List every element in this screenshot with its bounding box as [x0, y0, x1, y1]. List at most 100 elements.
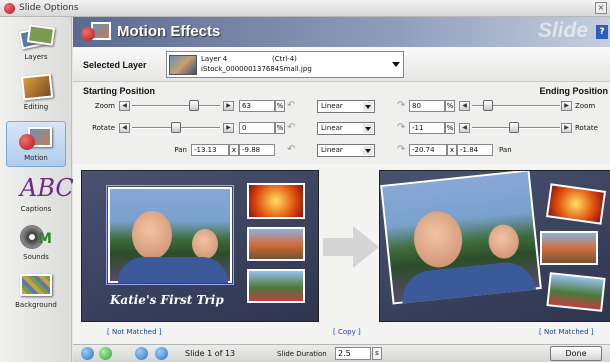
- end-rotate-input[interactable]: -11: [409, 122, 445, 134]
- layer-shortcut: (Ctrl-4): [272, 55, 297, 63]
- sidebar-label: Layers: [24, 53, 48, 61]
- slide-caption[interactable]: Katie's First Trip: [110, 293, 224, 307]
- panel-header: Motion Effects Slide ?: [73, 17, 610, 47]
- start-zoom-slider-track[interactable]: [132, 105, 220, 107]
- start-zoom-curve-dropdown[interactable]: Linear: [317, 100, 375, 113]
- start-rotate-label: Rotate: [92, 124, 115, 132]
- end-pan-y-input[interactable]: -1.84: [457, 144, 493, 156]
- field-photo[interactable]: [546, 272, 606, 312]
- start-pan-label: Pan: [174, 146, 187, 154]
- title-bar: Slide Options ×: [0, 0, 610, 17]
- arrow-right-icon: [323, 226, 379, 268]
- ending-position-title: Ending Position: [539, 86, 609, 96]
- end-zoom-input[interactable]: 80: [409, 100, 445, 112]
- end-zoom-slider-thumb[interactable]: [483, 100, 493, 111]
- sidebar-item-layers[interactable]: Layers: [6, 21, 66, 67]
- slide-counter: Slide 1 of 13: [185, 349, 236, 358]
- end-zoom-decrease-button[interactable]: ◀: [459, 101, 470, 111]
- preview-area: Katie's First Trip [ Not Matched ] [ Cop…: [73, 164, 610, 344]
- start-pan-x-input[interactable]: -13.13: [191, 144, 229, 156]
- start-not-matched-link[interactable]: [ Not Matched ]: [107, 328, 162, 336]
- undo-icon[interactable]: ↷: [397, 101, 405, 111]
- end-rotate-increase-button[interactable]: ▶: [561, 123, 572, 133]
- end-rotate-decrease-button[interactable]: ◀: [459, 123, 470, 133]
- chevron-down-icon: [363, 102, 373, 111]
- start-zoom-decrease-button[interactable]: ◀: [119, 101, 130, 111]
- help-button[interactable]: ?: [596, 25, 608, 39]
- child-image: [487, 223, 521, 261]
- start-zoom-label: Zoom: [94, 102, 115, 110]
- end-pan-x-input[interactable]: -20.74: [409, 144, 447, 156]
- building-photo[interactable]: [247, 227, 305, 261]
- end-not-matched-link[interactable]: [ Not Matched ]: [539, 328, 594, 336]
- selection-box[interactable]: [106, 185, 234, 285]
- building-photo[interactable]: [540, 231, 598, 265]
- end-zoom-increase-button[interactable]: ▶: [561, 101, 572, 111]
- field-photo[interactable]: [247, 269, 305, 303]
- start-zoom-increase-button[interactable]: ▶: [223, 101, 234, 111]
- sidebar: Layers Editing Motion ABC Captions M Sou…: [0, 17, 74, 362]
- undo-icon[interactable]: ↷: [397, 123, 405, 133]
- start-rotate-input[interactable]: 0: [239, 122, 275, 134]
- background-icon: [14, 271, 58, 299]
- start-rotate-unit: %: [275, 122, 285, 134]
- sidebar-item-captions[interactable]: ABC Captions: [6, 173, 74, 219]
- close-button[interactable]: ×: [595, 2, 607, 14]
- end-pan-label: Pan: [499, 146, 512, 154]
- start-zoom-slider-thumb[interactable]: [189, 100, 199, 111]
- undo-icon[interactable]: ↶: [287, 123, 295, 133]
- start-pan-y-input[interactable]: -9.88: [239, 144, 275, 156]
- start-rotate-decrease-button[interactable]: ◀: [119, 123, 130, 133]
- layer-bar: Selected Layer Layer 4 (Ctrl-4) iStock_0…: [73, 47, 610, 82]
- start-zoom-input[interactable]: 63: [239, 100, 275, 112]
- end-rotate-label: Rotate: [575, 124, 598, 132]
- start-zoom-unit: %: [275, 100, 285, 112]
- sidebar-label: Editing: [23, 103, 49, 111]
- sidebar-label: Background: [15, 301, 57, 309]
- sidebar-label: Captions: [20, 205, 52, 213]
- dropdown-value: Linear: [321, 124, 343, 132]
- starting-position-title: Starting Position: [83, 86, 155, 96]
- captions-icon: ABC: [20, 174, 74, 202]
- next-slide-icon[interactable]: [155, 347, 168, 360]
- end-rotate-slider-thumb[interactable]: [509, 122, 519, 133]
- layer-photo[interactable]: [380, 171, 542, 305]
- layers-icon: [14, 23, 58, 51]
- flower-photo[interactable]: [247, 183, 305, 219]
- motion-controls: Starting Position Ending Position Zoom ◀…: [73, 82, 610, 164]
- end-zoom-label: Zoom: [575, 102, 596, 110]
- sidebar-item-sounds[interactable]: M Sounds: [6, 221, 66, 267]
- start-pan-curve-dropdown[interactable]: Linear: [317, 144, 375, 157]
- starting-preview[interactable]: Katie's First Trip: [81, 170, 319, 322]
- person-image: [411, 209, 465, 270]
- preview-icon[interactable]: [81, 347, 94, 360]
- undo-icon[interactable]: ↷: [397, 145, 405, 155]
- start-rotate-increase-button[interactable]: ▶: [223, 123, 234, 133]
- start-rotate-slider-thumb[interactable]: [171, 122, 181, 133]
- app-icon: [4, 3, 15, 14]
- slide-duration-label: Slide Duration: [277, 350, 327, 358]
- ending-preview[interactable]: [379, 170, 610, 322]
- play-icon[interactable]: [99, 347, 112, 360]
- layer-name: Layer 4: [201, 55, 228, 63]
- brand-watermark: Slide: [537, 19, 588, 42]
- chevron-down-icon: [363, 124, 373, 133]
- layer-thumbnail: [169, 55, 197, 75]
- done-button[interactable]: Done: [550, 346, 602, 361]
- end-rotate-unit: %: [445, 122, 455, 134]
- sidebar-label: Motion: [24, 154, 48, 162]
- flower-photo[interactable]: [545, 183, 607, 225]
- sidebar-item-motion[interactable]: Motion: [6, 121, 66, 167]
- selected-layer-dropdown[interactable]: Layer 4 (Ctrl-4) iStock_000000137684Smal…: [166, 51, 404, 78]
- undo-icon[interactable]: ↶: [287, 101, 295, 111]
- previous-slide-icon[interactable]: [135, 347, 148, 360]
- undo-icon[interactable]: ↶: [287, 145, 295, 155]
- copy-link[interactable]: [ Copy ]: [333, 328, 361, 336]
- sidebar-item-background[interactable]: Background: [6, 269, 66, 315]
- editing-icon: [14, 73, 58, 101]
- start-rotate-curve-dropdown[interactable]: Linear: [317, 122, 375, 135]
- motion-effects-icon: [79, 21, 113, 43]
- slide-duration-input[interactable]: 2.5: [335, 347, 371, 360]
- motion-icon: [14, 124, 58, 152]
- sidebar-item-editing[interactable]: Editing: [6, 71, 66, 117]
